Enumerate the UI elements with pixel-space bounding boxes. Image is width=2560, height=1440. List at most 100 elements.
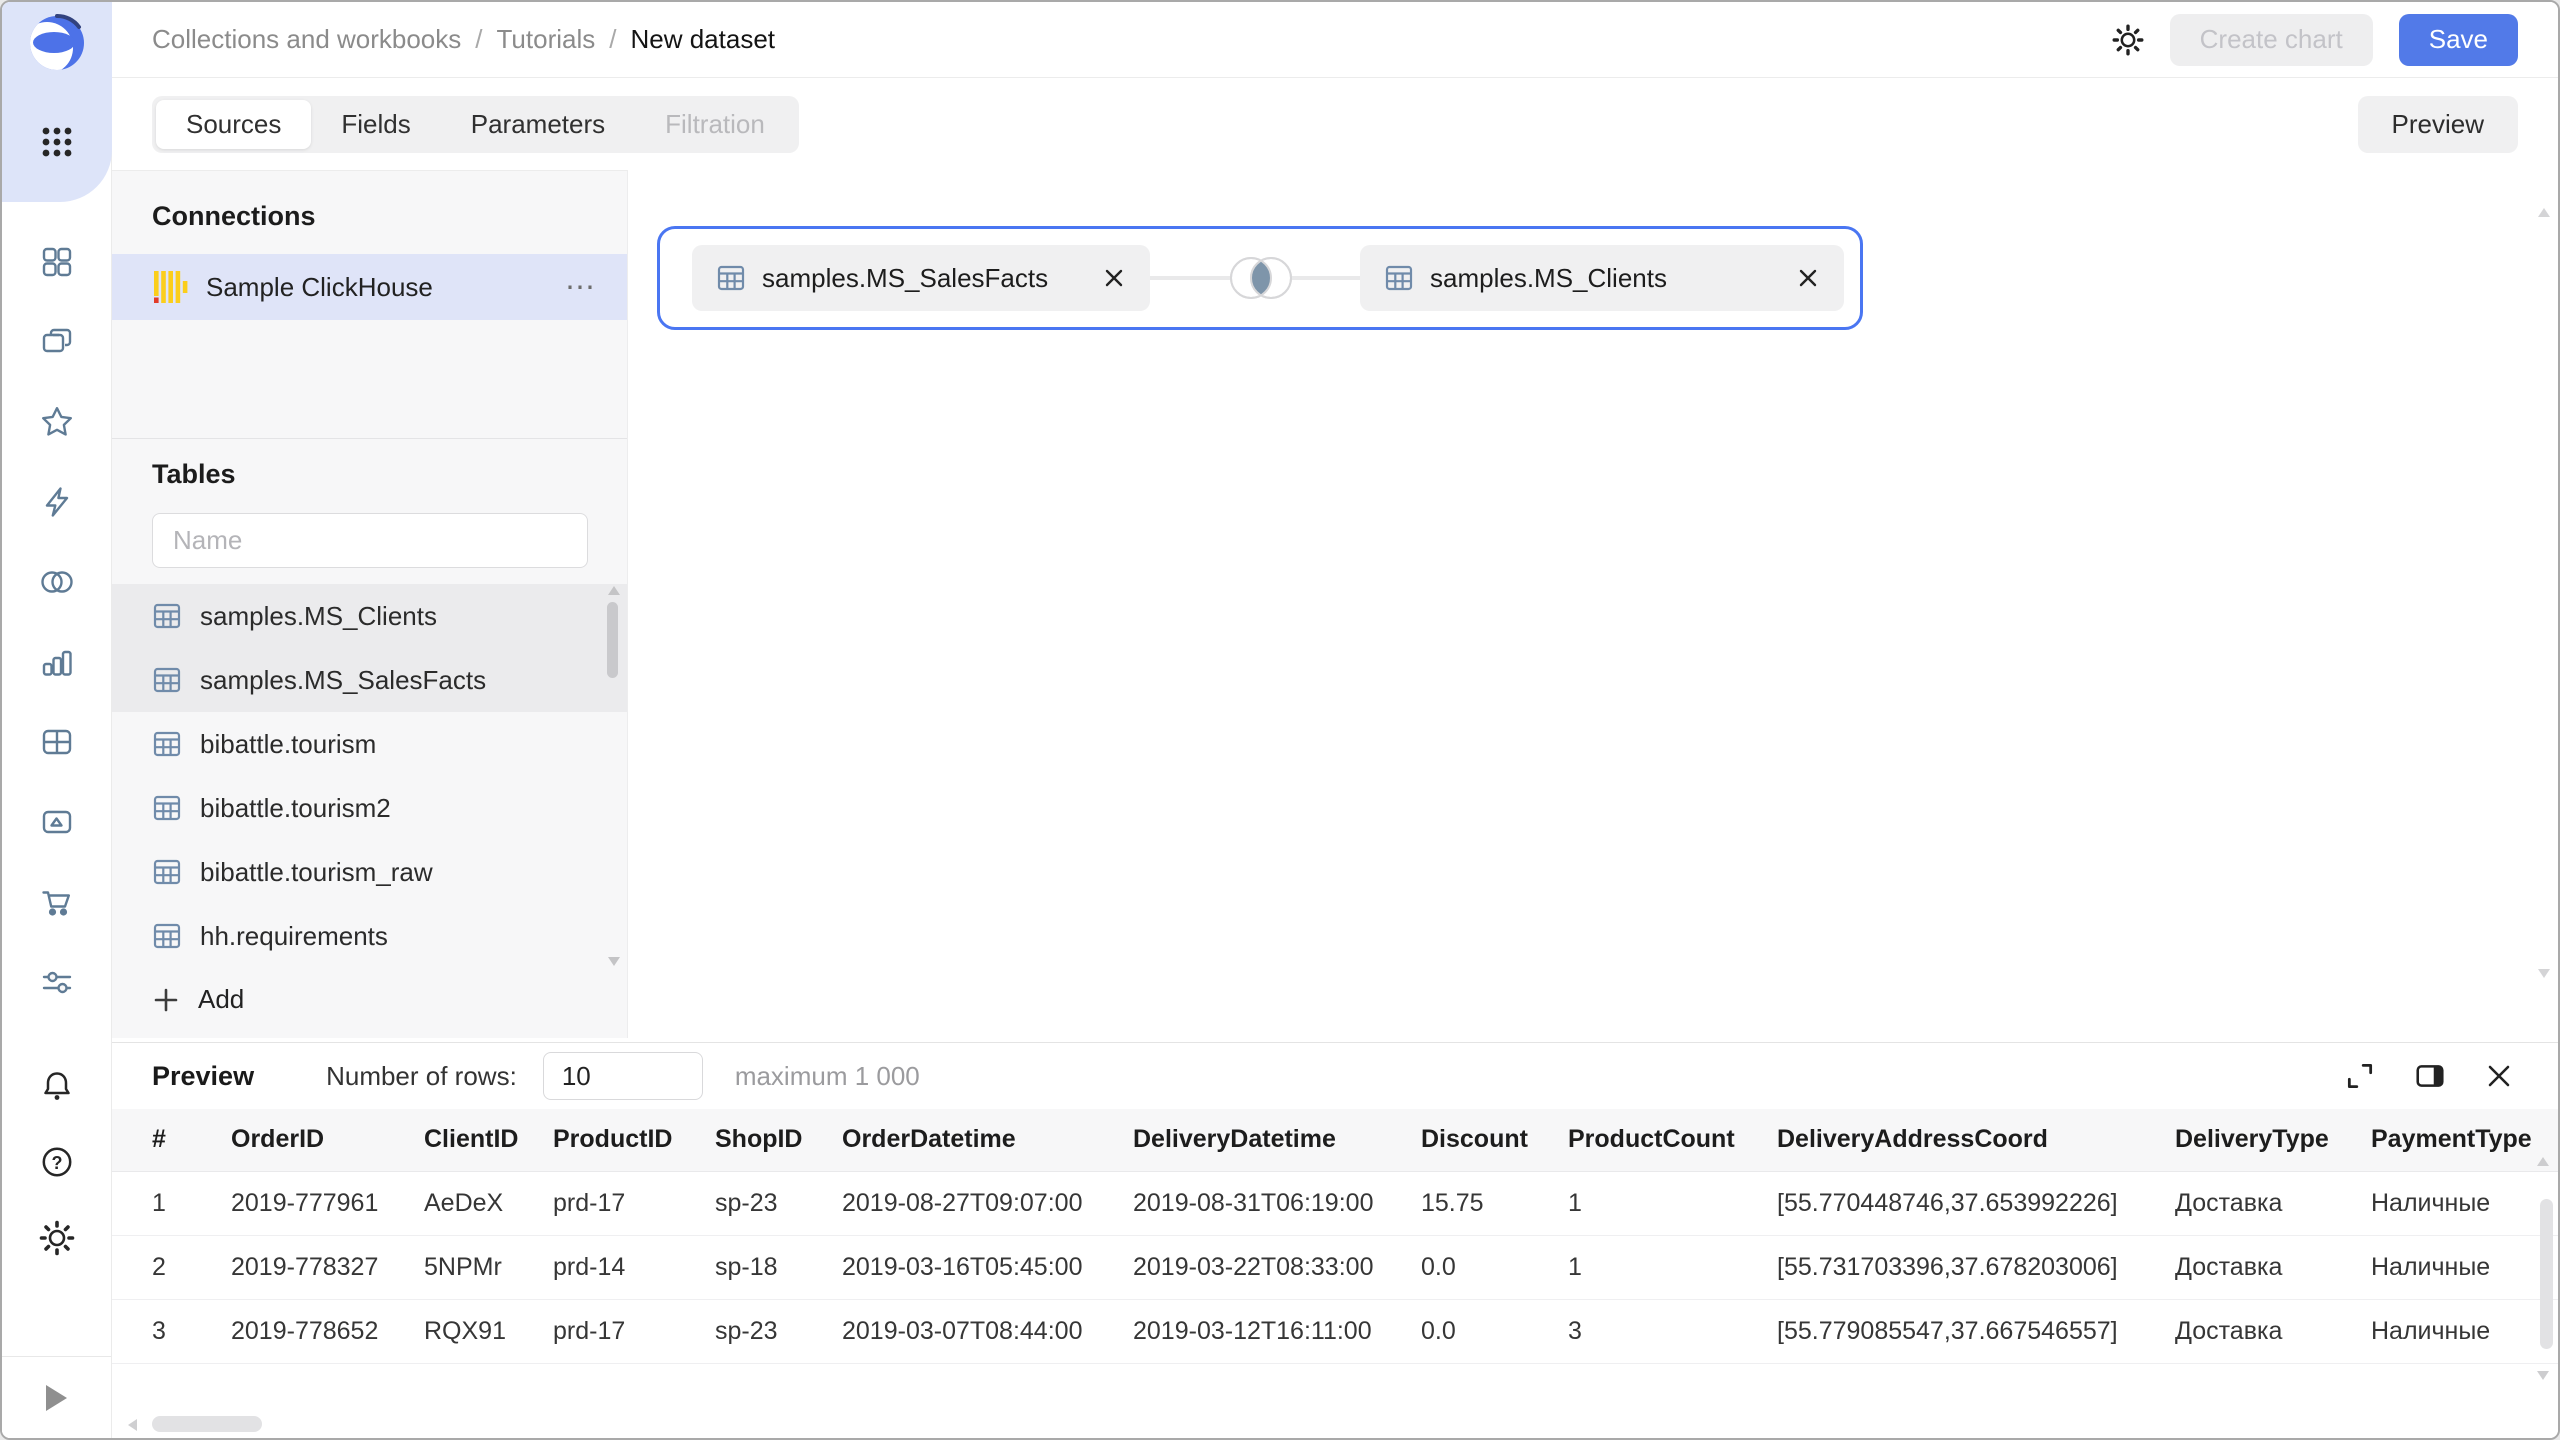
source-chip-clients[interactable]: samples.MS_Clients — [1360, 245, 1844, 311]
plus-icon — [152, 986, 180, 1014]
remove-source-icon[interactable] — [1796, 266, 1820, 290]
expand-arrow-icon — [46, 1385, 67, 1411]
breadcrumb-tutorials[interactable]: Tutorials — [497, 24, 596, 55]
table-item-tourism[interactable]: bibattle.tourism — [112, 712, 627, 776]
table-item-tourism-raw[interactable]: bibattle.tourism_raw — [112, 840, 627, 904]
preview-horizontal-scroll-thumb — [152, 1416, 262, 1432]
preview-dock-right-icon[interactable] — [2414, 1060, 2446, 1092]
table-item-ms-clients[interactable]: samples.MS_Clients — [112, 584, 627, 648]
table-icon — [152, 857, 182, 887]
preview-expand-icon[interactable] — [2344, 1060, 2376, 1092]
preview-close-icon[interactable] — [2484, 1061, 2514, 1091]
create-chart-button[interactable]: Create chart — [2170, 14, 2373, 66]
col-header-orderdatetime[interactable]: OrderDatetime — [842, 1109, 1133, 1171]
join-type-venn-icon[interactable] — [1218, 238, 1304, 318]
table-item-tourism2[interactable]: bibattle.tourism2 — [112, 776, 627, 840]
table-icon — [152, 921, 182, 951]
services-sliders-icon[interactable] — [39, 964, 75, 1000]
preview-title: Preview — [152, 1061, 254, 1092]
preview-vertical-scroll-thumb[interactable] — [2540, 1199, 2553, 1349]
tab-parameters[interactable]: Parameters — [441, 100, 635, 149]
marketplace-cart-icon[interactable] — [39, 884, 75, 920]
dataset-settings-gear-icon[interactable] — [2112, 24, 2144, 56]
scroll-thumb — [607, 602, 618, 678]
col-header-deliveryaddresscoord[interactable]: DeliveryAddressCoord — [1777, 1109, 2175, 1171]
datasets-table-icon[interactable] — [39, 724, 75, 760]
charts-bar-icon[interactable] — [39, 644, 75, 680]
rows-count-input[interactable] — [543, 1052, 703, 1100]
tab-sources[interactable]: Sources — [156, 100, 311, 149]
tables-search-input[interactable] — [152, 513, 588, 568]
table-icon — [152, 729, 182, 759]
favorites-star-icon[interactable] — [39, 404, 75, 440]
preview-table: # OrderID ClientID ProductID ShopID Orde… — [112, 1109, 2558, 1364]
join-group[interactable]: samples.MS_SalesFacts — [657, 226, 1863, 330]
apps-grid-icon[interactable] — [39, 124, 75, 165]
dataset-tabs: Sources Fields Parameters Filtration — [152, 96, 799, 153]
canvas-scroll-down-icon[interactable] — [2538, 969, 2550, 978]
collections-icon[interactable] — [39, 324, 75, 360]
preview-scroll-down-icon[interactable] — [2537, 1371, 2549, 1380]
canvas-scroll-up-icon[interactable] — [2538, 208, 2550, 217]
tables-list: samples.MS_Clients samples.MS_SalesFacts… — [112, 584, 627, 968]
col-header-paymenttype[interactable]: PaymentType — [2371, 1109, 2558, 1171]
breadcrumb-current: New dataset — [630, 24, 775, 55]
breadcrumb-collections[interactable]: Collections and workbooks — [152, 24, 461, 55]
tab-filtration[interactable]: Filtration — [635, 100, 795, 149]
remove-source-icon[interactable] — [1102, 266, 1126, 290]
table-icon — [1384, 263, 1414, 293]
dataset-tabs-row: Sources Fields Parameters Filtration Pre… — [112, 78, 2558, 170]
table-item-hh-requirements[interactable]: hh.requirements — [112, 904, 627, 968]
col-header-shopid[interactable]: ShopID — [715, 1109, 842, 1171]
tables-list-scrollbar[interactable] — [605, 584, 621, 968]
table-row: 1 2019-777961 AeDeX prd-17 sp-23 2019-08… — [112, 1171, 2558, 1235]
preview-panel: Preview Number of rows: maximum 1 000 — [112, 1042, 2558, 1440]
connection-menu-icon[interactable]: ⋯ — [565, 270, 597, 305]
connection-item-sample-clickhouse[interactable]: Sample ClickHouse ⋯ — [112, 254, 627, 320]
preview-header: Preview Number of rows: maximum 1 000 — [112, 1043, 2558, 1109]
breadcrumb-separator: / — [475, 24, 482, 55]
help-icon[interactable]: ? — [39, 1144, 75, 1180]
preview-scroll-left-icon — [128, 1419, 137, 1431]
connections-venn-icon[interactable] — [39, 564, 75, 600]
col-header-deliverydatetime[interactable]: DeliveryDatetime — [1133, 1109, 1421, 1171]
preview-scroll-up-icon[interactable] — [2537, 1157, 2549, 1166]
col-header-discount[interactable]: Discount — [1421, 1109, 1568, 1171]
rows-max-label: maximum 1 000 — [735, 1061, 920, 1092]
table-item-ms-salesfacts[interactable]: samples.MS_SalesFacts — [112, 648, 627, 712]
table-icon — [716, 263, 746, 293]
tables-section: Tables samples.MS_Clients samples.MS_Sal… — [112, 439, 627, 1031]
scroll-up-arrow-icon — [608, 586, 620, 595]
dashboards-grid-icon[interactable] — [39, 244, 75, 280]
table-icon — [152, 793, 182, 823]
tab-fields[interactable]: Fields — [311, 100, 440, 149]
table-row: 2 2019-778327 5NPMr prd-14 sp-18 2019-03… — [112, 1235, 2558, 1299]
col-header-clientid[interactable]: ClientID — [424, 1109, 553, 1171]
connections-title: Connections — [112, 171, 627, 254]
col-header-deliverytype[interactable]: DeliveryType — [2175, 1109, 2371, 1171]
files-media-icon[interactable] — [39, 804, 75, 840]
editor-lightning-icon[interactable] — [39, 484, 75, 520]
sources-canvas: samples.MS_SalesFacts — [629, 170, 2558, 1038]
save-button[interactable]: Save — [2399, 14, 2518, 66]
datalens-logo-icon[interactable] — [28, 14, 86, 77]
col-header-productid[interactable]: ProductID — [553, 1109, 715, 1171]
preview-toggle-button[interactable]: Preview — [2358, 96, 2518, 153]
preview-horizontal-scrollbar[interactable] — [128, 1416, 2528, 1434]
add-table-button[interactable]: Add — [112, 968, 627, 1031]
source-chip-salesfacts[interactable]: samples.MS_SalesFacts — [692, 245, 1150, 311]
preview-table-container: # OrderID ClientID ProductID ShopID Orde… — [112, 1109, 2558, 1364]
table-row: 3 2019-778652 RQX91 prd-17 sp-23 2019-03… — [112, 1299, 2558, 1363]
connection-name: Sample ClickHouse — [206, 272, 433, 303]
sidebar-expand-button[interactable] — [2, 1356, 111, 1438]
preview-table-header-row: # OrderID ClientID ProductID ShopID Orde… — [112, 1109, 2558, 1171]
clickhouse-icon — [152, 269, 188, 305]
settings-gear-icon[interactable] — [39, 1220, 75, 1256]
rows-count-label: Number of rows: — [326, 1061, 517, 1092]
col-header-orderid[interactable]: OrderID — [231, 1109, 424, 1171]
breadcrumb-separator: / — [609, 24, 616, 55]
col-header-index[interactable]: # — [112, 1109, 231, 1171]
app-window: ? Collections and workbooks / Tutoria — [0, 0, 2560, 1440]
col-header-productcount[interactable]: ProductCount — [1568, 1109, 1777, 1171]
notifications-bell-icon[interactable] — [39, 1068, 75, 1104]
